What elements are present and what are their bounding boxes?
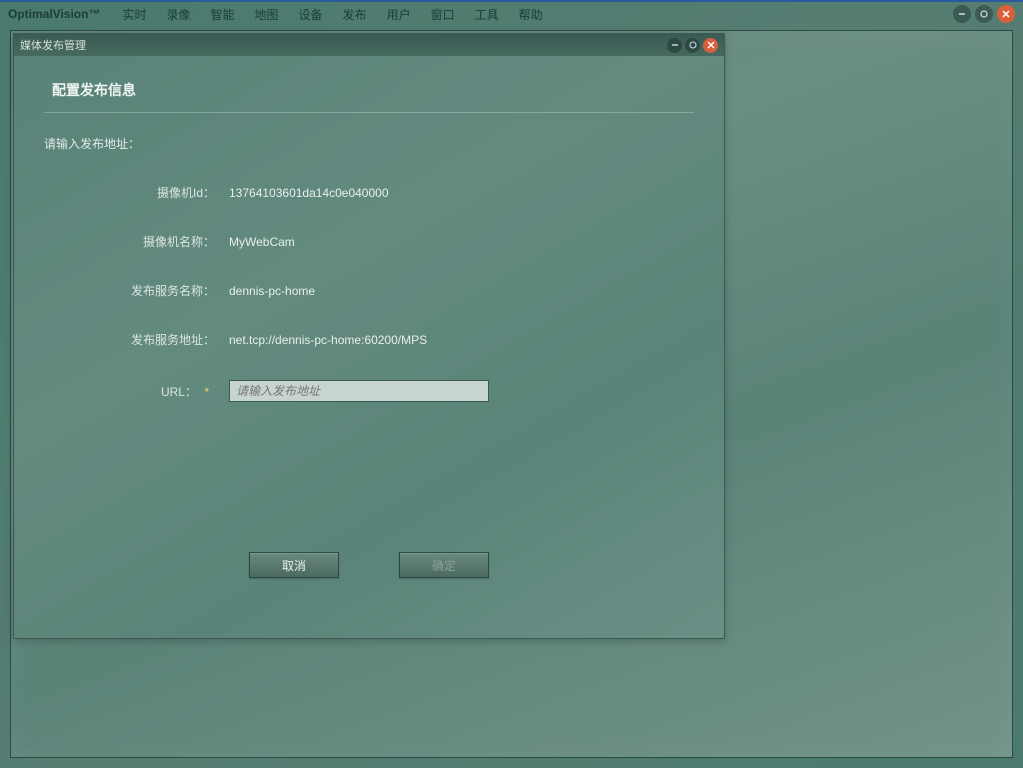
- dialog-title: 媒体发布管理: [20, 37, 667, 53]
- url-label: URL： *: [44, 383, 229, 400]
- dialog-window-controls: [667, 38, 718, 53]
- url-label-text: URL：: [161, 385, 197, 399]
- camera-id-value: 13764103601da14c0e040000: [229, 186, 389, 200]
- minimize-icon: [957, 9, 967, 19]
- url-input[interactable]: [229, 380, 489, 402]
- camera-name-label: 摄像机名称：: [44, 233, 229, 250]
- menu-tools[interactable]: 工具: [465, 4, 509, 25]
- service-addr-label: 发布服务地址：: [44, 331, 229, 348]
- service-addr-value: net.tcp://dennis-pc-home:60200/MPS: [229, 333, 427, 347]
- menu-publish[interactable]: 发布: [333, 4, 377, 25]
- main-close-button[interactable]: [997, 5, 1015, 23]
- app-title: OptimalVision™: [8, 7, 100, 21]
- main-maximize-button[interactable]: [975, 5, 993, 23]
- maximize-icon: [979, 9, 989, 19]
- main-window-controls: [953, 5, 1015, 23]
- cancel-button[interactable]: 取消: [249, 552, 339, 578]
- service-addr-row: 发布服务地址： net.tcp://dennis-pc-home:60200/M…: [44, 331, 694, 348]
- required-asterisk: *: [204, 385, 209, 399]
- dialog-button-row: 取消 确定: [44, 552, 694, 578]
- dialog-body: 配置发布信息 请输入发布地址： 摄像机Id： 13764103601da14c0…: [14, 56, 724, 602]
- menu-window[interactable]: 窗口: [421, 4, 465, 25]
- dialog-header: 配置发布信息: [44, 80, 694, 113]
- media-publish-dialog: 媒体发布管理 配置发布信息 请输入发布地址： 摄像机Id： 13764: [13, 33, 725, 639]
- service-name-label: 发布服务名称：: [44, 282, 229, 299]
- camera-id-label: 摄像机Id：: [44, 184, 229, 201]
- menu-device[interactable]: 设备: [289, 4, 333, 25]
- menu-intelligent[interactable]: 智能: [201, 4, 245, 25]
- dialog-close-button[interactable]: [703, 38, 718, 53]
- maximize-icon: [688, 40, 698, 50]
- main-minimize-button[interactable]: [953, 5, 971, 23]
- service-name-value: dennis-pc-home: [229, 284, 315, 298]
- main-content-area: 媒体发布管理 配置发布信息 请输入发布地址： 摄像机Id： 13764: [10, 30, 1013, 758]
- url-row: URL： *: [44, 380, 694, 402]
- main-titlebar: OptimalVision™ 实时 录像 智能 地图 设备 发布 用户 窗口 工…: [0, 2, 1023, 26]
- service-name-row: 发布服务名称： dennis-pc-home: [44, 282, 694, 299]
- minimize-icon: [670, 40, 680, 50]
- menu-help[interactable]: 帮助: [509, 4, 553, 25]
- close-icon: [1001, 9, 1011, 19]
- prompt-text: 请输入发布地址：: [44, 135, 694, 152]
- dialog-maximize-button[interactable]: [685, 38, 700, 53]
- menu-user[interactable]: 用户: [377, 4, 421, 25]
- ok-button[interactable]: 确定: [399, 552, 489, 578]
- menu-map[interactable]: 地图: [245, 4, 289, 25]
- dialog-minimize-button[interactable]: [667, 38, 682, 53]
- menu-recording[interactable]: 录像: [156, 4, 200, 25]
- dialog-titlebar: 媒体发布管理: [14, 34, 724, 56]
- camera-id-row: 摄像机Id： 13764103601da14c0e040000: [44, 184, 694, 201]
- camera-name-row: 摄像机名称： MyWebCam: [44, 233, 694, 250]
- close-icon: [706, 40, 716, 50]
- camera-name-value: MyWebCam: [229, 235, 295, 249]
- menu-realtime[interactable]: 实时: [112, 4, 156, 25]
